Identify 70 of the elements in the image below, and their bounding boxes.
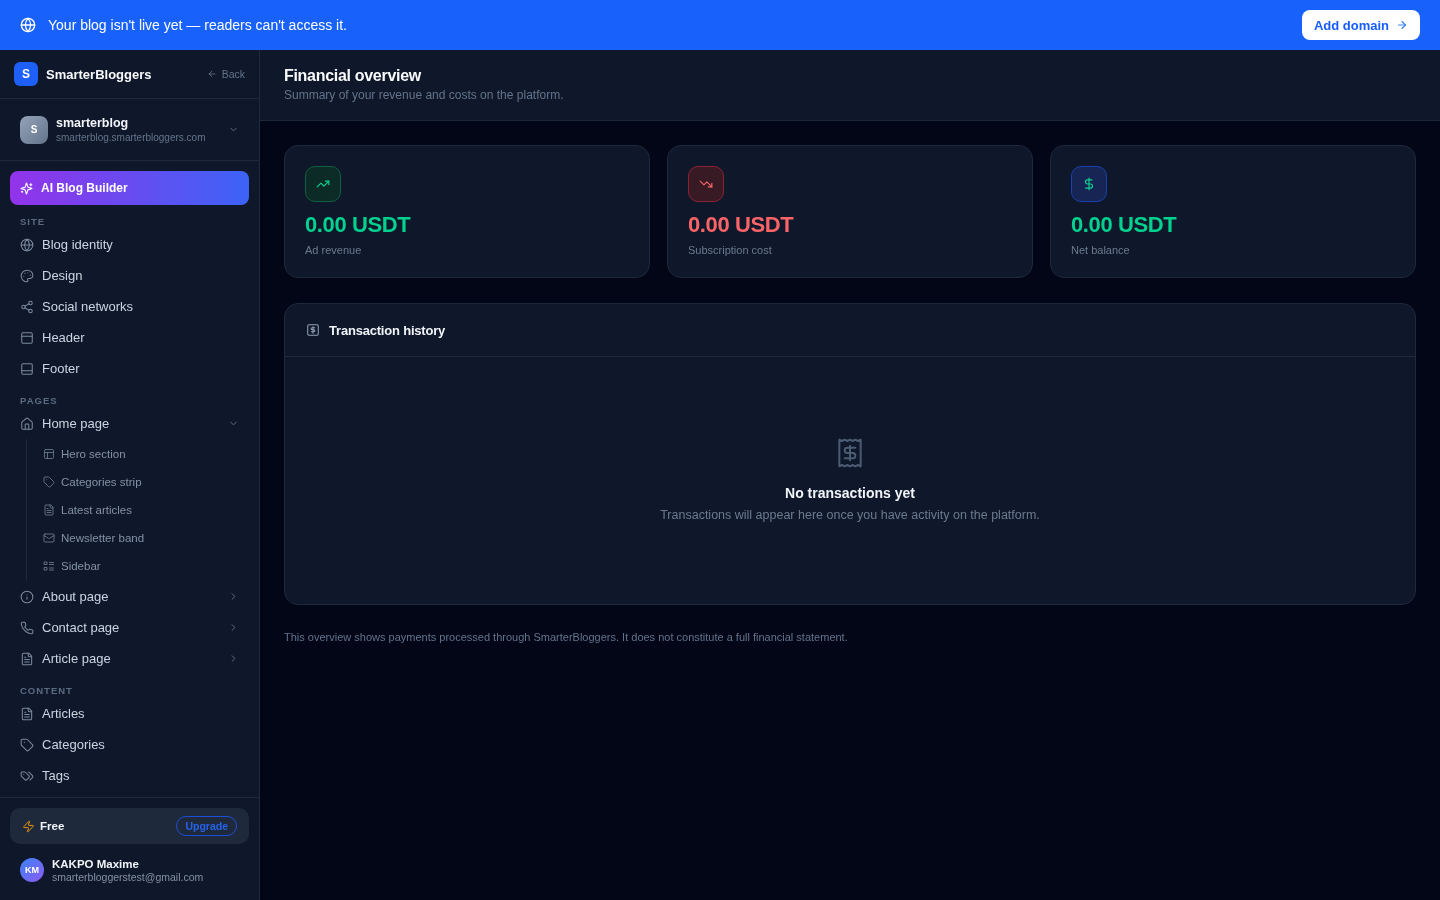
tag-icon [20,737,34,752]
trending-up-icon [305,166,341,202]
page-title: Financial overview [284,66,422,86]
brand-name: SmarterBloggers [46,66,153,82]
card-title: Transaction history [329,322,446,338]
nav-subitem[interactable]: Newsletter band [27,524,249,552]
stat-value: 0.00 USDT [1071,212,1177,238]
lightning-icon [22,819,35,833]
user-email: smarterbloggerstest@gmail.com [52,870,204,884]
blog-avatar: S [20,115,48,144]
back-link[interactable]: Back [206,68,245,80]
stat-value: 0.00 USDT [688,212,794,238]
blog-url: smarterblog.smarterbloggers.com [56,130,207,144]
stat-label: Subscription cost [688,243,772,257]
add-domain-button[interactable]: Add domain [1301,10,1420,40]
footnote: This overview shows payments processed through SmarterBloggers. It does not constitute a full financial statement. [284,630,849,644]
nav-item[interactable]: About page [10,581,249,612]
nav-item[interactable]: Design [10,260,249,291]
ai-builder-button[interactable]: AI Blog Builder [10,171,249,205]
nav-item[interactable]: Blog identity [10,229,249,260]
nav-item[interactable]: Categories [10,729,249,760]
panel-top-icon [20,330,34,345]
blog-name: smarterblog [56,115,130,131]
section-heading: PAGES [19,395,59,407]
nav-item[interactable]: Home page [10,408,249,439]
nav-item[interactable]: Article page [10,643,249,674]
arrow-right-icon [1396,19,1408,31]
stat-value: 0.00 USDT [305,212,411,238]
phone-icon [20,620,34,635]
arrow-left-icon [206,69,217,79]
tags-icon [20,768,34,783]
nav-item[interactable]: Articles [10,698,249,729]
stat-label: Ad revenue [305,243,362,257]
empty-message: Transactions will appear here once you have activity on the platform. [660,506,1040,523]
user-name: KAKPO Maxime [52,856,140,871]
globe-icon [20,17,36,33]
nav-item[interactable]: Tags [10,760,249,791]
page-subtitle: Summary of your revenue and costs on the platform. [284,87,565,103]
nav-item[interactable]: Social networks [10,291,249,322]
layout-icon [43,448,55,460]
plan-name: Free [40,820,66,832]
palette-icon [20,268,34,283]
globe-icon [20,237,34,252]
list-icon [43,560,55,572]
section-heading: CONTENT [19,685,74,697]
nav-subitem[interactable]: Latest articles [27,496,249,524]
document-icon [20,651,34,666]
dollar-icon [1071,166,1107,202]
sparkle-icon [20,181,33,195]
tag-icon [43,476,55,488]
document-icon [20,706,34,721]
stat-label: Net balance [1071,243,1130,257]
section-heading: SITE [19,216,47,228]
brand-logo: S [14,62,38,86]
nav-subitem[interactable]: Categories strip [27,468,249,496]
banner-message: Your blog isn't live yet — readers can't access it. [48,17,347,33]
nav-item[interactable]: Contact page [10,612,249,643]
info-icon [20,589,34,604]
panel-bottom-icon [20,361,34,376]
envelope-icon [43,532,55,544]
house-icon [20,416,34,431]
document-icon [43,504,55,516]
nav-item[interactable]: Header [10,322,249,353]
share-icon [20,299,34,314]
nav-item[interactable]: Footer [10,353,249,384]
nav-subitem[interactable]: Hero section [27,440,249,468]
nav-subitem[interactable]: Sidebar [27,552,249,580]
user-avatar: KM [20,858,44,882]
empty-title: No transactions yet [785,483,915,502]
trending-down-icon [688,166,724,202]
